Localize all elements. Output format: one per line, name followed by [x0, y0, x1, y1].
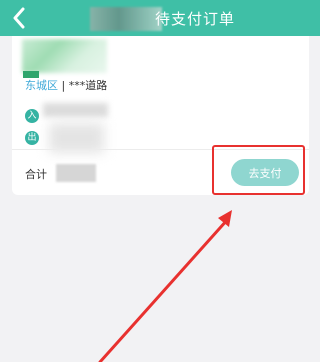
annotation-arrow	[98, 210, 232, 362]
